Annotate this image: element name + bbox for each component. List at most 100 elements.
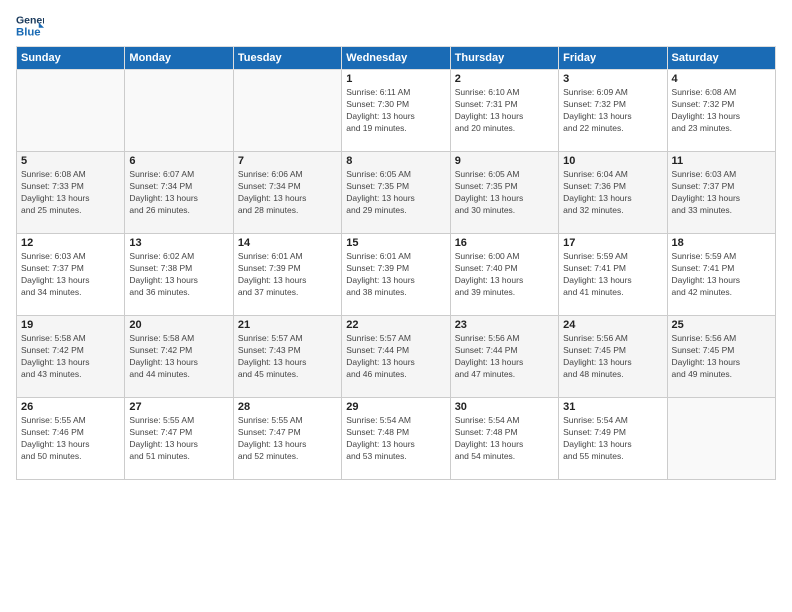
day-info: Sunrise: 5:56 AM Sunset: 7:45 PM Dayligh… — [563, 333, 662, 381]
calendar-cell: 11 Sunrise: 6:03 AM Sunset: 7:37 PM Dayli… — [667, 152, 775, 234]
day-number: 10 — [563, 155, 662, 167]
day-info: Sunrise: 5:55 AM Sunset: 7:47 PM Dayligh… — [129, 415, 228, 463]
calendar-cell: 1 Sunrise: 6:11 AM Sunset: 7:30 PM Daylig… — [342, 70, 450, 152]
calendar-cell: 14 Sunrise: 6:01 AM Sunset: 7:39 PM Dayli… — [233, 234, 341, 316]
day-number: 27 — [129, 401, 228, 413]
calendar-cell: 20 Sunrise: 5:58 AM Sunset: 7:42 PM Dayli… — [125, 316, 233, 398]
calendar: SundayMondayTuesdayWednesdayThursdayFrid… — [16, 46, 776, 480]
day-number: 18 — [672, 237, 771, 249]
day-info: Sunrise: 6:01 AM Sunset: 7:39 PM Dayligh… — [346, 251, 445, 299]
weekday-header-wednesday: Wednesday — [342, 47, 450, 70]
day-info: Sunrise: 6:00 AM Sunset: 7:40 PM Dayligh… — [455, 251, 554, 299]
day-info: Sunrise: 6:03 AM Sunset: 7:37 PM Dayligh… — [672, 169, 771, 217]
svg-text:Blue: Blue — [16, 27, 41, 39]
calendar-cell: 5 Sunrise: 6:08 AM Sunset: 7:33 PM Daylig… — [17, 152, 125, 234]
day-number: 8 — [346, 155, 445, 167]
day-number: 30 — [455, 401, 554, 413]
day-number: 12 — [21, 237, 120, 249]
day-info: Sunrise: 5:58 AM Sunset: 7:42 PM Dayligh… — [21, 333, 120, 381]
day-number: 14 — [238, 237, 337, 249]
day-number: 13 — [129, 237, 228, 249]
calendar-cell: 22 Sunrise: 5:57 AM Sunset: 7:44 PM Dayli… — [342, 316, 450, 398]
day-info: Sunrise: 6:05 AM Sunset: 7:35 PM Dayligh… — [346, 169, 445, 217]
day-info: Sunrise: 6:10 AM Sunset: 7:31 PM Dayligh… — [455, 87, 554, 135]
calendar-cell — [125, 70, 233, 152]
weekday-header-thursday: Thursday — [450, 47, 558, 70]
calendar-cell: 23Sunrise: 5:56 AM Sunset: 7:44 PM Dayli… — [450, 316, 558, 398]
calendar-cell: 8 Sunrise: 6:05 AM Sunset: 7:35 PM Daylig… — [342, 152, 450, 234]
day-number: 26 — [21, 401, 120, 413]
day-number: 25 — [672, 319, 771, 331]
calendar-cell: 17 Sunrise: 5:59 AM Sunset: 7:41 PM Dayli… — [559, 234, 667, 316]
week-row-3: 19 Sunrise: 5:58 AM Sunset: 7:42 PM Dayli… — [17, 316, 776, 398]
day-number: 21 — [238, 319, 337, 331]
calendar-cell — [17, 70, 125, 152]
week-row-1: 5 Sunrise: 6:08 AM Sunset: 7:33 PM Daylig… — [17, 152, 776, 234]
calendar-cell: 3 Sunrise: 6:09 AM Sunset: 7:32 PM Daylig… — [559, 70, 667, 152]
day-number: 28 — [238, 401, 337, 413]
calendar-cell: 27 Sunrise: 5:55 AM Sunset: 7:47 PM Dayli… — [125, 398, 233, 480]
calendar-cell: 24 Sunrise: 5:56 AM Sunset: 7:45 PM Dayli… — [559, 316, 667, 398]
day-info: Sunrise: 6:05 AM Sunset: 7:35 PM Dayligh… — [455, 169, 554, 217]
calendar-cell: 28 Sunrise: 5:55 AM Sunset: 7:47 PM Dayli… — [233, 398, 341, 480]
day-number: 19 — [21, 319, 120, 331]
day-info: Sunrise: 6:08 AM Sunset: 7:32 PM Dayligh… — [672, 87, 771, 135]
calendar-cell: 30 Sunrise: 5:54 AM Sunset: 7:48 PM Dayli… — [450, 398, 558, 480]
day-number: 24 — [563, 319, 662, 331]
day-number: 11 — [672, 155, 771, 167]
weekday-header-sunday: Sunday — [17, 47, 125, 70]
calendar-cell: 16 Sunrise: 6:00 AM Sunset: 7:40 PM Dayli… — [450, 234, 558, 316]
calendar-cell: 10 Sunrise: 6:04 AM Sunset: 7:36 PM Dayli… — [559, 152, 667, 234]
calendar-cell: 29Sunrise: 5:54 AM Sunset: 7:48 PM Dayli… — [342, 398, 450, 480]
day-number: 3 — [563, 73, 662, 85]
day-info: Sunrise: 5:59 AM Sunset: 7:41 PM Dayligh… — [672, 251, 771, 299]
weekday-header-tuesday: Tuesday — [233, 47, 341, 70]
day-info: Sunrise: 5:54 AM Sunset: 7:48 PM Dayligh… — [455, 415, 554, 463]
calendar-cell: 25 Sunrise: 5:56 AM Sunset: 7:45 PM Dayli… — [667, 316, 775, 398]
day-info: Sunrise: 6:06 AM Sunset: 7:34 PM Dayligh… — [238, 169, 337, 217]
calendar-cell: 15Sunrise: 6:01 AM Sunset: 7:39 PM Dayli… — [342, 234, 450, 316]
day-info: Sunrise: 6:01 AM Sunset: 7:39 PM Dayligh… — [238, 251, 337, 299]
day-number: 29 — [346, 401, 445, 413]
calendar-cell: 6 Sunrise: 6:07 AM Sunset: 7:34 PM Daylig… — [125, 152, 233, 234]
day-number: 7 — [238, 155, 337, 167]
day-info: Sunrise: 6:08 AM Sunset: 7:33 PM Dayligh… — [21, 169, 120, 217]
day-number: 1 — [346, 73, 445, 85]
calendar-cell: 26 Sunrise: 5:55 AM Sunset: 7:46 PM Dayli… — [17, 398, 125, 480]
day-info: Sunrise: 5:58 AM Sunset: 7:42 PM Dayligh… — [129, 333, 228, 381]
weekday-header-saturday: Saturday — [667, 47, 775, 70]
day-info: Sunrise: 5:56 AM Sunset: 7:45 PM Dayligh… — [672, 333, 771, 381]
day-number: 6 — [129, 155, 228, 167]
day-number: 5 — [21, 155, 120, 167]
week-row-0: 1 Sunrise: 6:11 AM Sunset: 7:30 PM Daylig… — [17, 70, 776, 152]
day-info: Sunrise: 5:55 AM Sunset: 7:47 PM Dayligh… — [238, 415, 337, 463]
logo: GeneralBlue — [16, 12, 48, 40]
day-info: Sunrise: 5:57 AM Sunset: 7:43 PM Dayligh… — [238, 333, 337, 381]
calendar-cell: 31Sunrise: 5:54 AM Sunset: 7:49 PM Dayli… — [559, 398, 667, 480]
day-number: 9 — [455, 155, 554, 167]
header: GeneralBlue — [16, 12, 776, 40]
calendar-cell: 19 Sunrise: 5:58 AM Sunset: 7:42 PM Dayli… — [17, 316, 125, 398]
day-info: Sunrise: 5:59 AM Sunset: 7:41 PM Dayligh… — [563, 251, 662, 299]
calendar-cell: 13Sunrise: 6:02 AM Sunset: 7:38 PM Dayli… — [125, 234, 233, 316]
calendar-cell: 18 Sunrise: 5:59 AM Sunset: 7:41 PM Dayli… — [667, 234, 775, 316]
day-info: Sunrise: 5:56 AM Sunset: 7:44 PM Dayligh… — [455, 333, 554, 381]
day-number: 20 — [129, 319, 228, 331]
week-row-2: 12 Sunrise: 6:03 AM Sunset: 7:37 PM Dayli… — [17, 234, 776, 316]
day-number: 17 — [563, 237, 662, 249]
day-number: 22 — [346, 319, 445, 331]
day-info: Sunrise: 6:04 AM Sunset: 7:36 PM Dayligh… — [563, 169, 662, 217]
day-info: Sunrise: 6:11 AM Sunset: 7:30 PM Dayligh… — [346, 87, 445, 135]
logo-icon: GeneralBlue — [16, 12, 44, 40]
weekday-header-friday: Friday — [559, 47, 667, 70]
calendar-cell: 21 Sunrise: 5:57 AM Sunset: 7:43 PM Dayli… — [233, 316, 341, 398]
day-info: Sunrise: 5:57 AM Sunset: 7:44 PM Dayligh… — [346, 333, 445, 381]
day-info: Sunrise: 6:07 AM Sunset: 7:34 PM Dayligh… — [129, 169, 228, 217]
day-info: Sunrise: 5:55 AM Sunset: 7:46 PM Dayligh… — [21, 415, 120, 463]
calendar-cell: 7 Sunrise: 6:06 AM Sunset: 7:34 PM Daylig… — [233, 152, 341, 234]
day-info: Sunrise: 6:03 AM Sunset: 7:37 PM Dayligh… — [21, 251, 120, 299]
day-info: Sunrise: 5:54 AM Sunset: 7:49 PM Dayligh… — [563, 415, 662, 463]
weekday-header-monday: Monday — [125, 47, 233, 70]
day-info: Sunrise: 6:09 AM Sunset: 7:32 PM Dayligh… — [563, 87, 662, 135]
day-number: 16 — [455, 237, 554, 249]
